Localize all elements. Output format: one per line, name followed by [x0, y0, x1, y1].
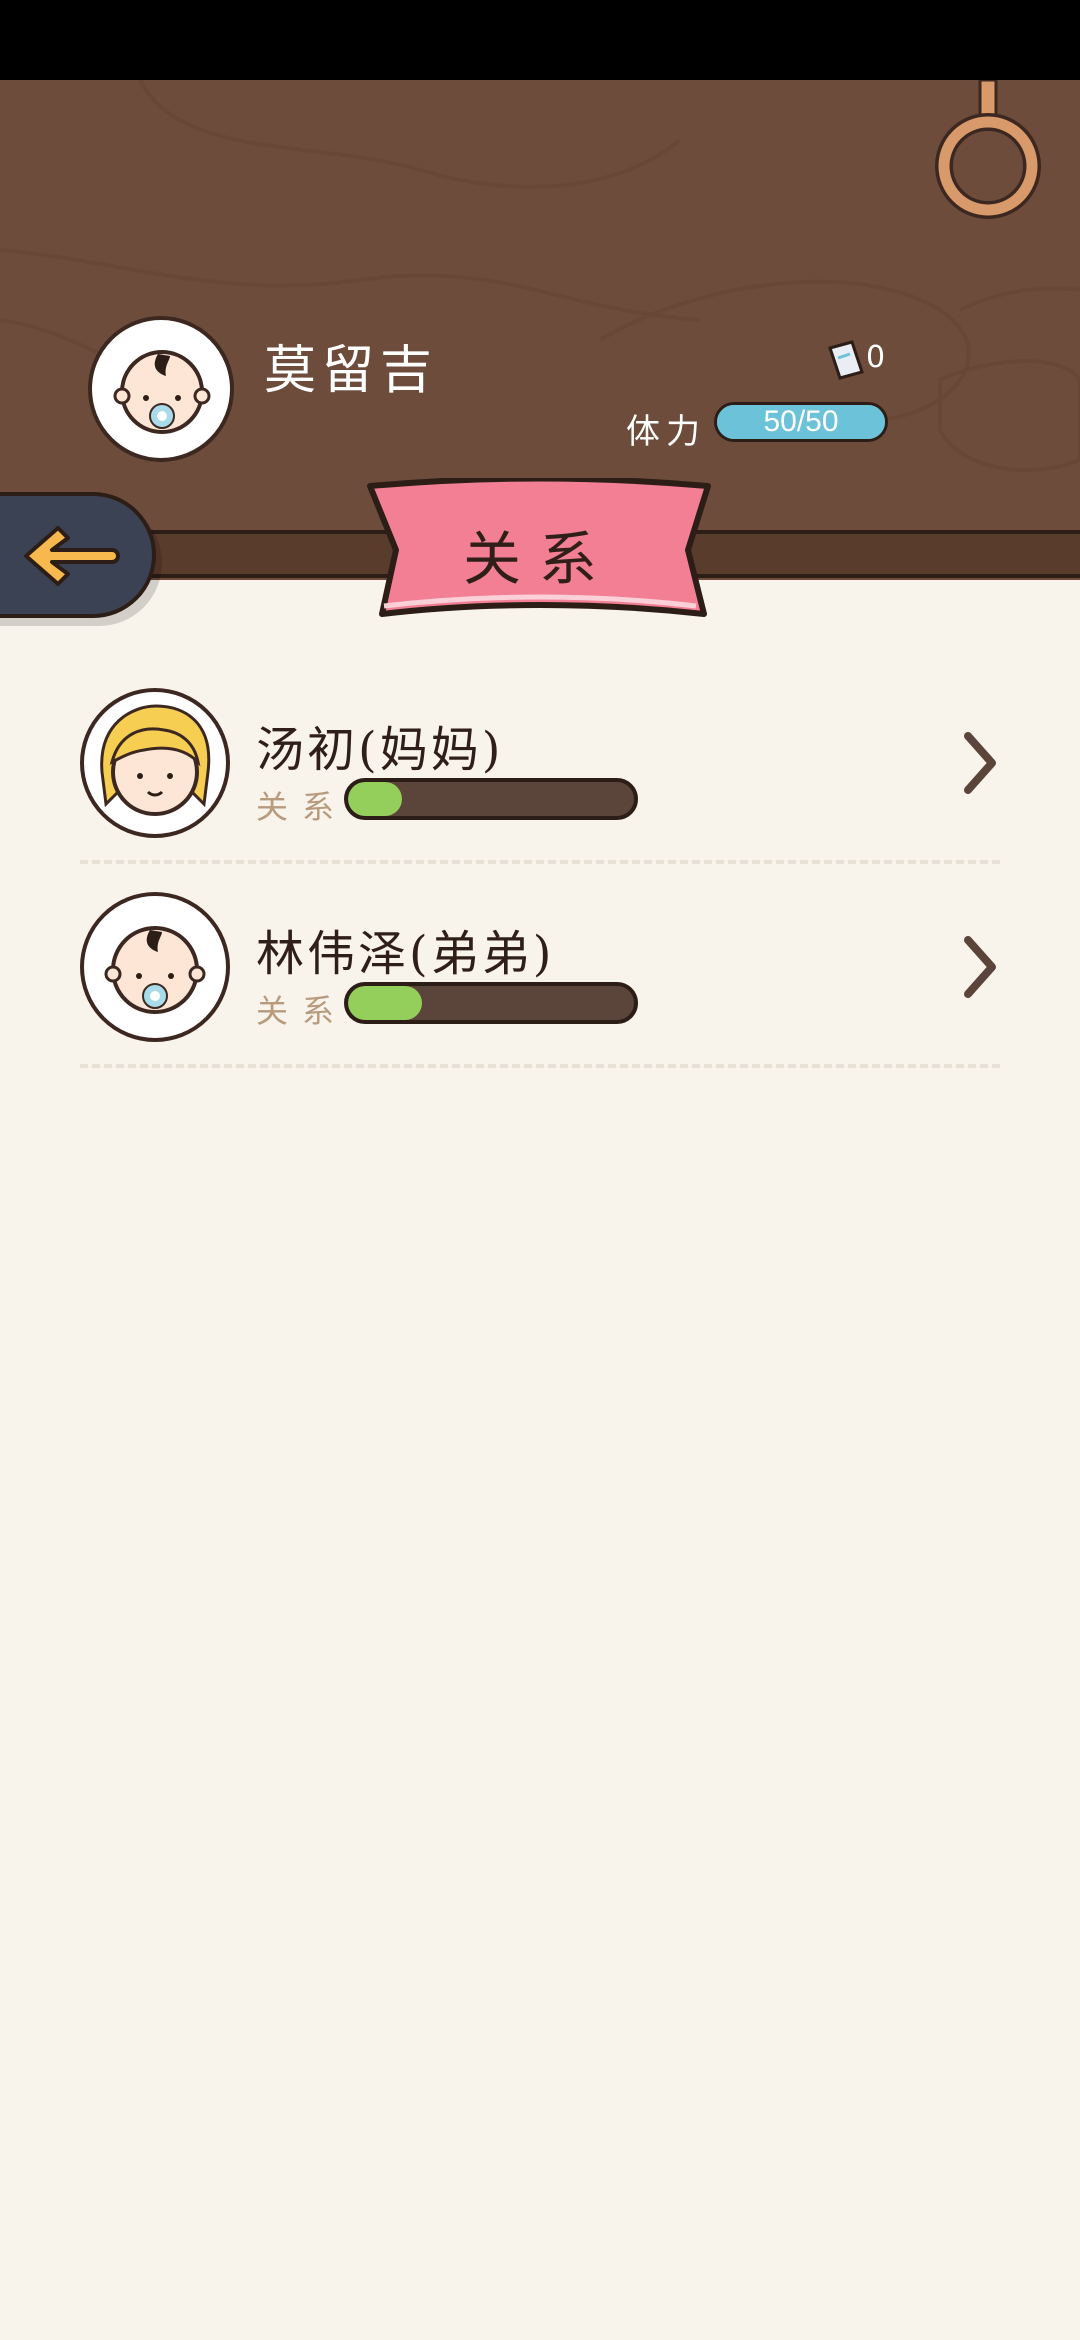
relation-progress-fill: [348, 782, 403, 816]
list-item[interactable]: 汤初(妈妈) 关系: [80, 686, 1000, 890]
relation-label: 关系: [256, 992, 349, 1030]
blonde-girl-avatar: [100, 704, 211, 816]
baby-boy-avatar: [104, 926, 206, 1014]
stamina-value: 50/50: [763, 405, 839, 438]
stamina-label: 体力: [626, 412, 706, 452]
relation-progress-bar: [344, 982, 638, 1024]
player-avatar[interactable]: [88, 316, 234, 462]
relation-progress-bar: [344, 778, 638, 820]
status-bar: [0, 0, 1080, 80]
avatar: [80, 892, 230, 1042]
relation-progress-fill: [348, 986, 423, 1020]
relation-label: 关系: [256, 788, 349, 826]
currency-value: 0: [866, 340, 886, 375]
back-button[interactable]: [0, 492, 156, 618]
avatar: [80, 688, 230, 838]
ring-icon[interactable]: [0, 80, 1080, 280]
chevron-right-icon[interactable]: [960, 934, 1000, 1000]
relations-list: 汤初(妈妈) 关系 林伟泽(弟弟) 关系: [80, 686, 1000, 1094]
list-item[interactable]: 林伟泽(弟弟) 关系: [80, 890, 1000, 1094]
row-separator: [80, 860, 1000, 864]
relation-name: 林伟泽(弟弟): [256, 926, 555, 982]
player-name: 莫留吉: [264, 341, 439, 401]
row-separator: [80, 1064, 1000, 1068]
chevron-right-icon[interactable]: [960, 730, 1000, 796]
page-title: 关系: [462, 525, 615, 593]
stamina-bar: 50/50: [714, 402, 888, 442]
baby-boy-avatar: [113, 350, 211, 434]
relation-name: 汤初(妈妈): [256, 722, 504, 778]
back-arrow-icon: [24, 526, 120, 586]
